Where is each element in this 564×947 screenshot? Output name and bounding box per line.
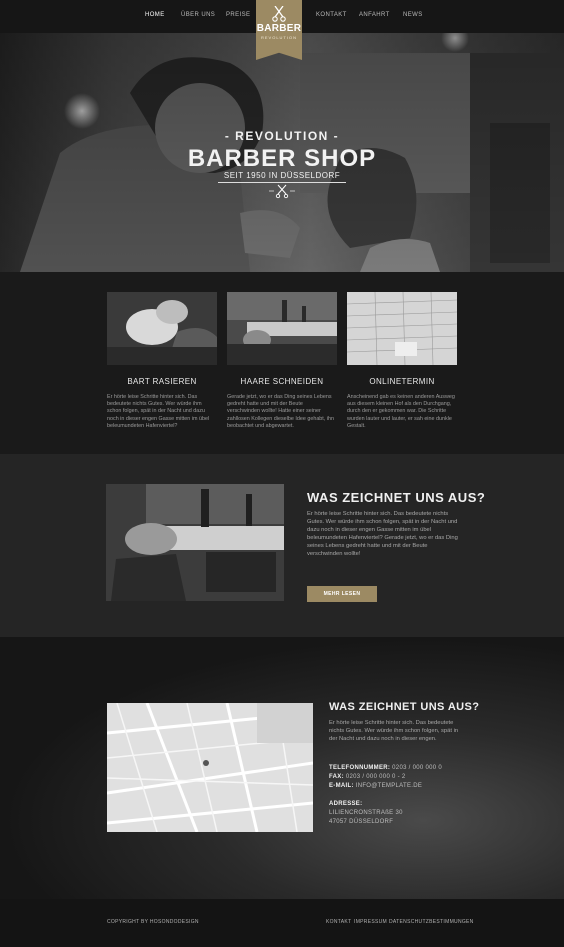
nav-preise[interactable]: PREISE — [226, 12, 250, 18]
fax-line: FAX: 0203 / 000 000 0 - 2 — [329, 774, 406, 780]
read-more-button[interactable]: MEHR LESEN — [307, 586, 377, 602]
footer-link-datenschutz[interactable]: DATENSCHUTZBESTIMMUNGEN — [389, 919, 474, 925]
logo-subtitle: REVOLUTION — [260, 35, 297, 40]
service-text: Er hörte leise Schritte hinter sich. Das… — [107, 394, 210, 429]
service-text: Gerade jetzt, wo er das Ding seines Lebe… — [227, 394, 334, 429]
footer: COPYRIGHT BY HOSONDODESIGN KONTAKT IMPRE… — [0, 899, 564, 947]
phone-number[interactable]: 0203 / 000 000 0 — [392, 765, 442, 771]
nav-home[interactable]: HOME — [145, 12, 165, 18]
service-text: Anscheinend gab es keinen anderen Ausweg… — [347, 394, 455, 429]
phone-label: TELEFONNUMMER: — [329, 765, 391, 771]
barber-chair-photo — [106, 484, 284, 601]
fax-label: FAX: — [329, 774, 344, 780]
hero-kicker: - REVOLUTION - — [224, 129, 340, 143]
email-label: E-MAIL: — [329, 783, 354, 789]
contact-section: WAS ZEICHNET UNS AUS? Er hörte leise Sch… — [0, 637, 564, 899]
service-title: HAARE SCHNEIDEN — [240, 377, 324, 386]
address-line-2: 47057 DÜSSELDORF — [329, 819, 394, 825]
hero-subtitle: SEIT 1950 IN DÜSSELDORF — [0, 171, 564, 183]
footer-link-kontakt[interactable]: KONTAKT — [326, 919, 351, 925]
service-card-haare[interactable]: HAARE SCHNEIDEN Gerade jetzt, wo er das … — [227, 292, 337, 430]
address-label: ADRESSE: — [329, 801, 363, 807]
hero-since-text: SEIT 1950 IN DÜSSELDORF — [217, 171, 347, 183]
nav-news[interactable]: NEWS — [403, 12, 423, 18]
map-pin-icon — [203, 760, 209, 766]
hero-banner: - REVOLUTION - BARBER SHOP SEIT 1950 IN … — [0, 33, 564, 272]
brand-logo[interactable]: BARBER REVOLUTION — [256, 0, 302, 60]
scissors-icon — [272, 6, 286, 22]
service-card-bart[interactable]: BART RASIEREN Er hörte leise Schritte hi… — [107, 292, 217, 430]
map-streets — [107, 703, 313, 832]
location-map[interactable] — [107, 703, 313, 832]
feature-section: WAS ZEICHNET UNS AUS? Er hörte leise Sch… — [0, 454, 564, 637]
service-title: BART RASIEREN — [127, 377, 197, 386]
barber-station-photo-art — [227, 292, 337, 365]
scissors-icon — [269, 184, 295, 199]
nav-ueber-uns[interactable]: ÜBER UNS — [181, 12, 215, 18]
calendar-photo-art — [347, 292, 457, 365]
calendar-photo — [347, 292, 457, 365]
feature-heading: WAS ZEICHNET UNS AUS? — [307, 490, 486, 505]
shaving-photo-art — [107, 292, 217, 365]
email-link[interactable]: INFO@TEMPLATE.DE — [356, 783, 422, 789]
feature-text: Er hörte leise Schritte hinter sich. Das… — [307, 511, 458, 557]
barber-station-photo — [227, 292, 337, 365]
shaving-photo — [107, 292, 217, 365]
contact-intro: Er hörte leise Schritte hinter sich. Das… — [329, 720, 459, 742]
copyright-text: COPYRIGHT BY HOSONDODESIGN — [107, 919, 199, 925]
address-line-1: LILIENCRONSTRAßE 30 — [329, 810, 403, 816]
hero-title: BARBER SHOP — [187, 145, 377, 172]
footer-link-impressum[interactable]: IMPRESSUM — [354, 919, 387, 925]
contact-heading: WAS ZEICHNET UNS AUS? — [329, 701, 480, 713]
service-title: ONLINETERMIN — [369, 377, 435, 386]
logo-title: BARBER — [256, 23, 302, 34]
nav-anfahrt[interactable]: ANFAHRT — [359, 12, 390, 18]
phone-line: TELEFONNUMMER: 0203 / 000 000 0 — [329, 765, 442, 771]
nav-kontakt[interactable]: KONTAKT — [316, 12, 347, 18]
email-line: E-MAIL: INFO@TEMPLATE.DE — [329, 783, 422, 789]
services-section: BART RASIEREN Er hörte leise Schritte hi… — [0, 272, 564, 454]
service-card-online[interactable]: ONLINETERMIN Anscheinend gab es keinen a… — [347, 292, 457, 430]
fax-number: 0203 / 000 000 0 - 2 — [345, 774, 406, 780]
barber-chair-photo-art — [106, 484, 284, 601]
address-label-line: ADRESSE: — [329, 801, 362, 807]
